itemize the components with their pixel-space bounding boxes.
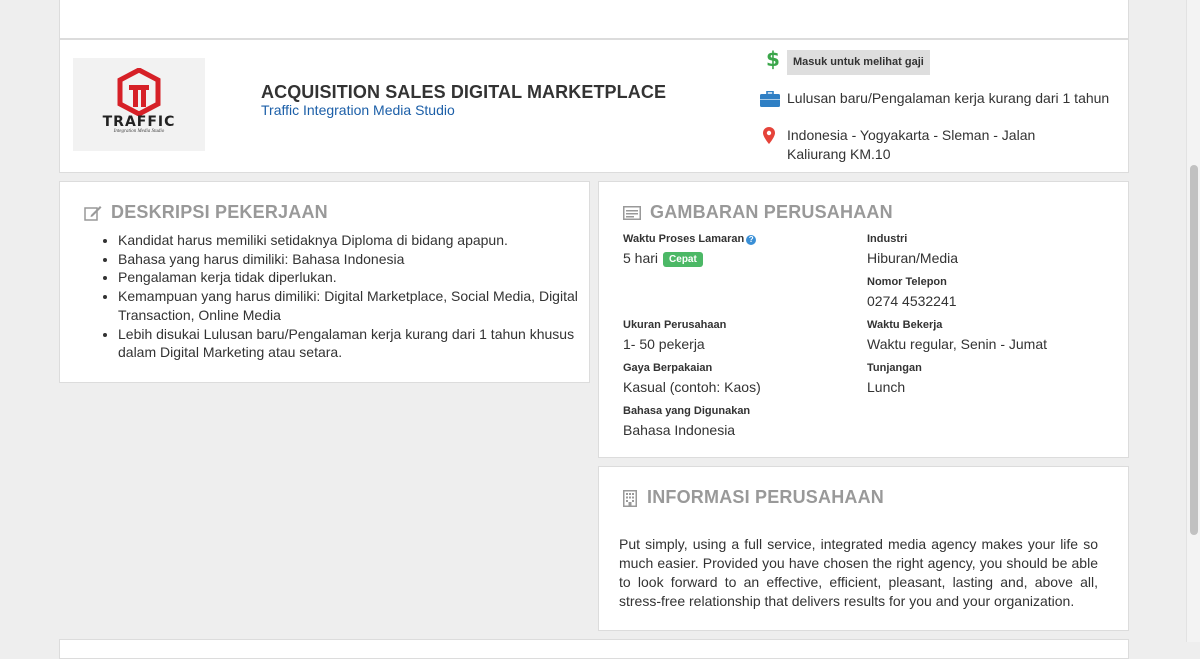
company-info-text: Put simply, using a full service, integr… <box>619 536 1098 609</box>
login-to-view-salary-badge[interactable]: Masuk untuk melihat gaji <box>787 50 930 75</box>
logo-wordmark: TRAFFIC <box>102 114 176 130</box>
dress-code-label: Gaya Berpakaian <box>623 362 713 374</box>
language-value: Bahasa Indonesia <box>623 422 736 438</box>
phone-item: Nomor Telepon 0274 4532241 <box>867 275 957 311</box>
list-item: Pengalaman kerja tidak diperlukan. <box>118 268 578 287</box>
briefcase-icon <box>760 91 780 107</box>
card-icon <box>623 206 641 220</box>
industry-item: Industri Hiburan/Media <box>867 232 958 268</box>
job-description-card: DESKRIPSI PEKERJAAN Kandidat harus memil… <box>59 181 590 383</box>
logo-subtitle: Integration Media Studio <box>113 129 165 134</box>
phone-value: 0274 4532241 <box>867 293 957 309</box>
language-item: Bahasa yang Digunakan Bahasa Indonesia <box>623 404 750 440</box>
benefits-value: Lunch <box>867 379 906 395</box>
traffic-logo-mark-icon <box>117 68 161 116</box>
industry-value: Hiburan/Media <box>867 250 959 266</box>
working-hours-label: Waktu Bekerja <box>867 319 943 331</box>
edit-icon <box>84 206 102 221</box>
processing-time-label: Waktu Proses Lamaran <box>623 233 745 245</box>
language-label: Bahasa yang Digunakan <box>623 405 751 417</box>
processing-time-item: Waktu Proses Lamaran? 5 hari Cepat <box>623 232 757 268</box>
list-item: Kemampuan yang harus dimiliki: Digital M… <box>118 287 578 324</box>
location-row: Indonesia - Yogyakarta - Sleman - Jalan … <box>763 126 1097 164</box>
job-description-list: Kandidat harus memiliki setidaknya Diplo… <box>98 231 578 362</box>
svg-text:$: $ <box>766 48 779 70</box>
job-title: ACQUISITION SALES DIGITAL MARKETPLACE <box>261 82 667 102</box>
industry-label: Industri <box>867 233 908 245</box>
company-size-label: Ukuran Perusahaan <box>623 319 727 331</box>
company-info-title: INFORMASI PERUSAHAAN <box>647 487 885 507</box>
fast-badge: Cepat <box>663 252 703 267</box>
working-hours-value: Waktu regular, Senin - Jumat <box>867 336 1048 352</box>
benefits-item: Tunjangan Lunch <box>867 361 922 397</box>
company-size-value: 1- 50 pekerja <box>623 336 705 352</box>
location-pin-icon <box>763 127 775 144</box>
location-text: Indonesia - Yogyakarta - Sleman - Jalan … <box>787 127 1036 162</box>
list-item: Lebih disukai Lulusan baru/Pengalaman ke… <box>118 325 578 362</box>
building-icon <box>623 490 637 507</box>
scrollbar-thumb[interactable] <box>1190 165 1198 535</box>
experience-text: Lulusan baru/Pengalaman kerja kurang dar… <box>787 90 1110 106</box>
company-name-link[interactable]: Traffic Integration Media Studio <box>261 102 455 118</box>
salary-row: $ Masuk untuk melihat gaji <box>766 48 930 75</box>
list-item: Kandidat harus memiliki setidaknya Diplo… <box>118 231 578 250</box>
job-description-title: DESKRIPSI PEKERJAAN <box>111 202 328 222</box>
dollar-icon: $ <box>766 48 779 70</box>
help-icon[interactable]: ? <box>746 235 757 245</box>
working-hours-item: Waktu Bekerja Waktu regular, Senin - Jum… <box>867 318 1047 354</box>
dress-code-value: Kasual (contoh: Kaos) <box>623 379 761 395</box>
company-info-card: INFORMASI PERUSAHAAN Put simply, using a… <box>598 466 1129 631</box>
experience-row: Lulusan baru/Pengalaman kerja kurang dar… <box>760 89 1110 108</box>
phone-label: Nomor Telepon <box>867 276 947 288</box>
page-scrollbar[interactable] <box>1186 0 1200 642</box>
company-overview-card: GAMBARAN PERUSAHAAN Waktu Proses Lamaran… <box>598 181 1129 458</box>
dress-code-item: Gaya Berpakaian Kasual (contoh: Kaos) <box>623 361 761 397</box>
company-size-item: Ukuran Perusahaan 1- 50 pekerja <box>623 318 726 354</box>
benefits-label: Tunjangan <box>867 362 922 374</box>
job-header-card: TRAFFIC Integration Media Studio ACQUISI… <box>59 39 1129 173</box>
previous-card <box>59 0 1129 39</box>
next-card <box>59 639 1129 659</box>
processing-time-value: 5 hari <box>623 250 659 266</box>
company-logo[interactable]: TRAFFIC Integration Media Studio <box>73 58 205 151</box>
company-overview-title: GAMBARAN PERUSAHAAN <box>650 202 893 222</box>
list-item: Bahasa yang harus dimiliki: Bahasa Indon… <box>118 250 578 269</box>
